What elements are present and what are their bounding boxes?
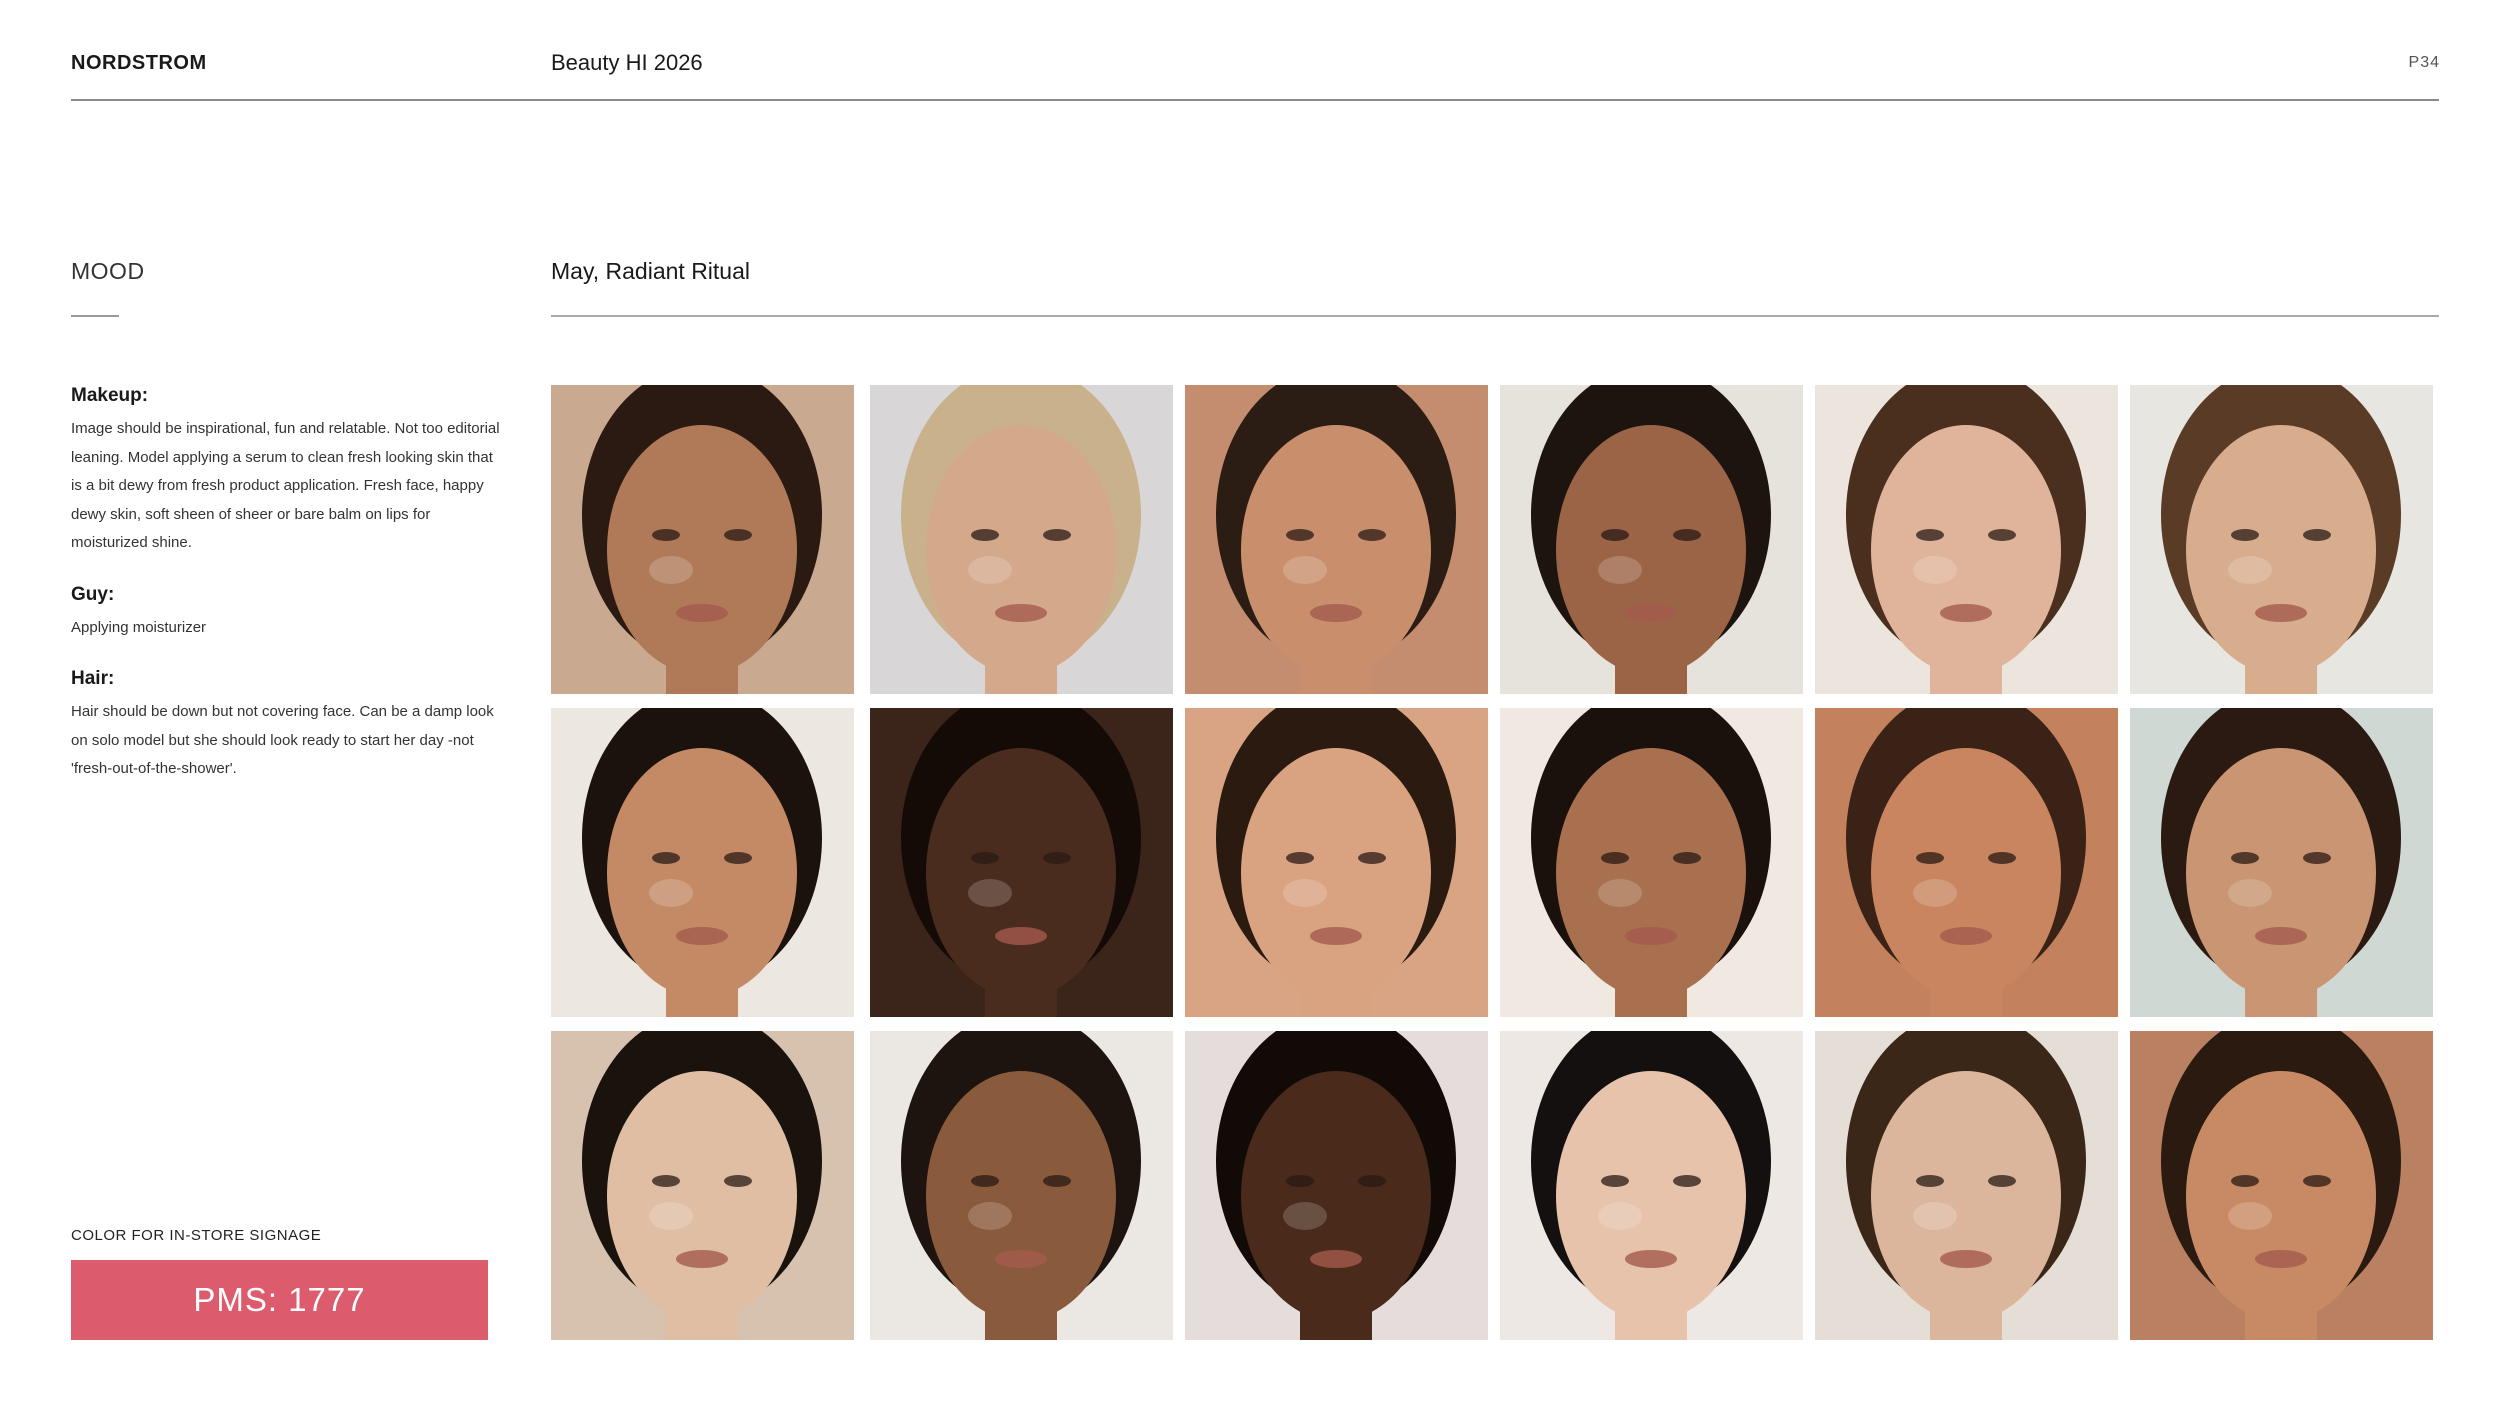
mood-label: MOOD [71,258,145,284]
mood-photo-two-women-curly-hair [1500,708,1803,1017]
mood-notes: Makeup: Image should be inspirational, f… [71,385,501,810]
document-title: Beauty HI 2026 [551,50,703,75]
signage-label: COLOR FOR IN-STORE SIGNAGE [71,1227,322,1244]
section-title: May, Radiant Ritual [551,258,750,284]
mood-photo-woman-smiling-dark-skin [1185,1031,1488,1340]
mood-divider [71,315,119,317]
mood-photo-closeup-dark-skin-cream [870,708,1173,1017]
mood-photo-grid [551,385,2433,1340]
mood-photo-man-cream-on-cheek [2130,708,2433,1017]
mood-photo-woman-applying-serum-dropper [1815,385,2118,694]
section-divider [551,315,2439,317]
note-heading: Hair: [71,668,115,689]
mood-photo-woman-serum-dropper-hair-back [551,708,854,1017]
mood-photo-woman-dropper-shoulder [870,1031,1173,1340]
mood-photo-woman-dark-wavy-hair [551,385,854,694]
mood-photo-two-women-cheek-to-cheek [870,385,1173,694]
mood-photo-man-touching-face [2130,385,2433,694]
mood-photo-freckled-skin-closeup [1815,708,2118,1017]
page-number: P34 [2408,54,2440,71]
mood-photo-woman-hand-ring-chin [551,1031,854,1340]
note-text: Hair should be down but not covering fac… [71,703,494,777]
mood-photo-woman-slicked-back-hair [1815,1031,2118,1340]
note-hair: Hair: Hair should be down but not coveri… [71,668,501,784]
mood-photo-woman-glossy-skin-earrings [1500,385,1803,694]
header-divider [71,99,2439,101]
color-swatch: PMS: 1777 [71,1260,488,1340]
brand-logo: NORDSTROM [71,52,207,74]
mood-photo-pink-dropper-serum-closeup [1185,708,1488,1017]
note-heading: Guy: [71,583,115,605]
note-text: Applying moisturizer [71,618,207,636]
note-text: Image should be inspirational, fun and r… [71,420,500,551]
mood-photo-closeup-face-winking [1185,385,1488,694]
note-makeup: Makeup: Image should be inspirational, f… [71,385,501,558]
note-guy: Guy: Applying moisturizer [71,584,501,643]
note-heading: Makeup: [71,385,149,406]
mood-photo-woman-freckles-long-hair [1500,1031,1803,1340]
mood-photo-man-applying-cream [2130,1031,2433,1340]
